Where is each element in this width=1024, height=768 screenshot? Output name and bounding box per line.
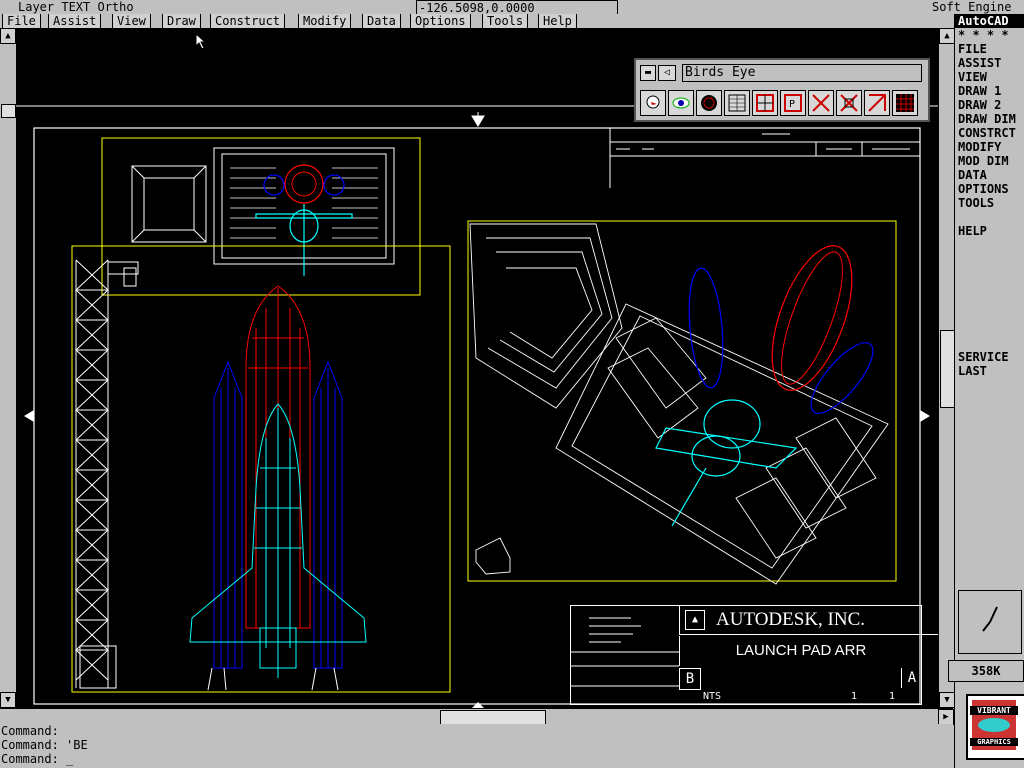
logo-line2: GRAPHICS — [970, 738, 1018, 746]
globe-icon[interactable] — [696, 90, 722, 116]
plan-view-frame — [101, 137, 421, 296]
scroll-down-icon[interactable]: ▼ — [939, 692, 955, 708]
drawing-title: LAUNCH PAD ARR — [679, 636, 922, 666]
screen-menu-assist[interactable]: ASSIST — [955, 56, 1024, 70]
svg-text:P: P — [789, 99, 795, 110]
left-scrollbar[interactable]: ▲ ▼ — [0, 28, 17, 708]
menu-bar: File Assist View Draw Construct Modify D… — [0, 14, 953, 29]
scroll-up-icon[interactable]: ▲ — [939, 28, 955, 44]
pad-isometric — [469, 223, 889, 585]
zoom-icon[interactable] — [864, 90, 890, 116]
eagle-icon[interactable] — [640, 90, 666, 116]
command-prompt[interactable]: Command: _ — [0, 752, 953, 766]
scroll-down-icon[interactable]: ▼ — [0, 692, 16, 708]
menu-data[interactable]: Data — [362, 14, 401, 28]
screen-menu-tools[interactable]: TOOLS — [955, 196, 1024, 210]
menu-options[interactable]: Options — [410, 14, 471, 28]
screen-menu-file[interactable]: FILE — [955, 42, 1024, 56]
screen-menu-stars[interactable]: * * * * — [955, 28, 1024, 42]
left-arrow-icon — [920, 410, 930, 422]
eye-icon[interactable] — [668, 90, 694, 116]
screen-menu-help[interactable]: HELP — [955, 224, 1024, 238]
orbiter — [189, 403, 367, 678]
logo-line1: VIBRANT — [970, 706, 1018, 715]
memory-indicator: 358K — [948, 660, 1024, 682]
screen-menu-draw-dim[interactable]: DRAW DIM — [955, 112, 1024, 126]
screen-menu-draw2[interactable]: DRAW 2 — [955, 98, 1024, 112]
screen-menu-options[interactable]: OPTIONS — [955, 182, 1024, 196]
window-icon[interactable] — [752, 90, 778, 116]
sheet-size: B — [679, 668, 701, 690]
layer-status: Layer TEXT Ortho — [18, 0, 134, 14]
menu-tools[interactable]: Tools — [482, 14, 529, 28]
screen-menu-view[interactable]: VIEW — [955, 70, 1024, 84]
company-name: AUTODESK, INC. — [679, 606, 938, 635]
pan-icon[interactable]: P — [780, 90, 806, 116]
screen-menu-last[interactable]: LAST — [955, 364, 1024, 378]
title-block: AUTODESK, INC. ▲ LAUNCH PAD ARR B A NTS … — [570, 605, 938, 705]
clock-icon — [958, 590, 1022, 654]
zoom-out-icon[interactable] — [836, 90, 862, 116]
screen-menu-draw1[interactable]: DRAW 1 — [955, 84, 1024, 98]
scroll-right-icon[interactable]: ▶ — [938, 709, 954, 725]
sheet-number: 1 — [851, 691, 858, 702]
screen-menu-data[interactable]: DATA — [955, 168, 1024, 182]
birds-eye-toolbar[interactable]: ▬ ◁ Birds Eye P — [634, 58, 930, 122]
tank-isometric — [771, 245, 853, 391]
minimize-icon[interactable]: ▬ — [640, 65, 656, 81]
menu-draw[interactable]: Draw — [162, 14, 201, 28]
right-scrollbar[interactable]: ▲ ▼ — [938, 28, 955, 708]
scroll-up-icon[interactable]: ▲ — [0, 28, 16, 44]
launch-tower — [75, 259, 139, 689]
app-name: Soft Engine — [932, 0, 1012, 14]
down-arrow-icon — [471, 112, 485, 127]
revision-block — [609, 128, 920, 188]
grid-icon[interactable] — [724, 90, 750, 116]
screen-menu-modify[interactable]: MODIFY — [955, 140, 1024, 154]
sheet-total: 1 — [889, 691, 896, 702]
vibrant-graphics-logo: VIBRANT GRAPHICS — [966, 694, 1024, 760]
keypad-icon[interactable] — [892, 90, 918, 116]
menu-view[interactable]: View — [112, 14, 151, 28]
mouse-cursor-icon — [196, 34, 207, 50]
elevation-view-frame — [71, 245, 451, 693]
screen-menu-construct[interactable]: CONSTRCT — [955, 126, 1024, 140]
screen-menu-mod-dim[interactable]: MOD DIM — [955, 154, 1024, 168]
screen-menu-service[interactable]: SERVICE — [955, 350, 1024, 364]
menu-assist[interactable]: Assist — [48, 14, 102, 28]
screen-menu-title[interactable]: AutoCAD — [955, 14, 1024, 28]
command-line: Command: 'BE — [1, 738, 88, 752]
menu-file[interactable]: File — [2, 14, 41, 28]
menu-construct[interactable]: Construct — [210, 14, 286, 28]
horizontal-scrollbar[interactable]: ▶ — [0, 708, 954, 725]
scroll-thumb[interactable] — [1, 104, 16, 118]
speaker-icon[interactable]: ◁ — [658, 65, 676, 81]
command-area[interactable]: Command: Command: 'BE Command: _ — [0, 724, 953, 768]
scale: NTS — [703, 691, 722, 702]
hscroll-thumb[interactable] — [440, 710, 546, 725]
title-block-lines — [571, 617, 679, 687]
menu-help[interactable]: Help — [538, 14, 577, 28]
zoom-in-icon[interactable] — [808, 90, 834, 116]
right-arrow-icon — [24, 410, 34, 422]
revision: A — [901, 668, 922, 688]
scroll-thumb[interactable] — [940, 330, 955, 408]
toolbar-title: Birds Eye — [682, 64, 922, 82]
menu-modify[interactable]: Modify — [298, 14, 352, 28]
autodesk-logo-icon: ▲ — [685, 610, 705, 630]
isometric-view-frame — [467, 220, 897, 582]
command-line: Command: — [1, 724, 59, 738]
status-bar: Layer TEXT Ortho -126.5098,0.0000 Soft E… — [0, 0, 1024, 16]
drawing-canvas[interactable]: AUTODESK, INC. ▲ LAUNCH PAD ARR B A NTS … — [16, 28, 938, 708]
